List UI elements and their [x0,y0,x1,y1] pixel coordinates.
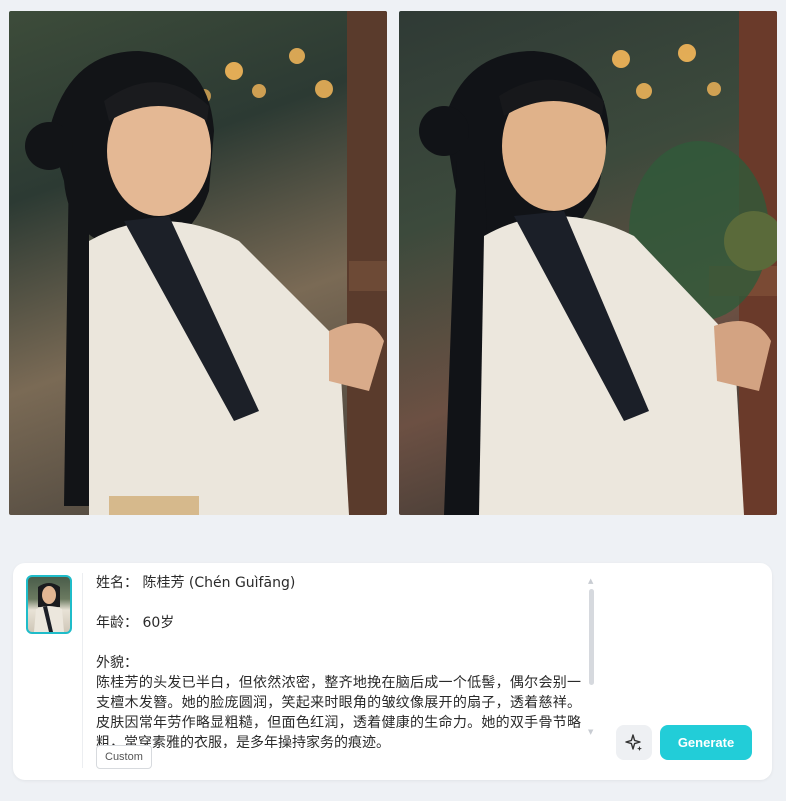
divider [82,573,83,768]
avatar-thumbnail [34,583,64,632]
generated-image-2[interactable] [399,11,777,515]
chevron-down-icon[interactable]: ▼ [588,728,593,736]
scroll-thumb[interactable] [589,589,594,685]
portrait-illustration [419,11,777,515]
generate-button[interactable]: Generate [660,725,752,760]
sparkle-icon [625,733,642,751]
generated-image-1[interactable] [9,11,387,515]
chevron-up-icon[interactable]: ▲ [588,577,593,585]
appearance-paragraph: 陈桂芳的头发已半白，但依然浓密，整齐地挽在脑后成一个低髻，偶尔会别一支檀木发簪。… [96,675,581,748]
custom-button[interactable]: Custom [96,745,152,769]
character-avatar[interactable] [26,575,72,634]
prompt-textarea[interactable]: 姓名： 陈桂芳 (Chén Guìfāng) 年龄： 60岁 外貌： 陈桂芳的头… [96,573,581,748]
prompt-scrollbar[interactable]: ▲ ▼ [588,577,596,737]
appearance-heading: 外貌： [96,655,138,671]
age-line: 年龄： 60岁 [96,615,175,631]
name-line: 姓名： 陈桂芳 (Chén Guìfāng) [96,575,296,591]
prompt-panel: 姓名： 陈桂芳 (Chén Guìfāng) 年龄： 60岁 外貌： 陈桂芳的头… [13,563,772,780]
portrait-illustration [25,11,387,515]
magic-enhance-button[interactable] [616,725,652,760]
